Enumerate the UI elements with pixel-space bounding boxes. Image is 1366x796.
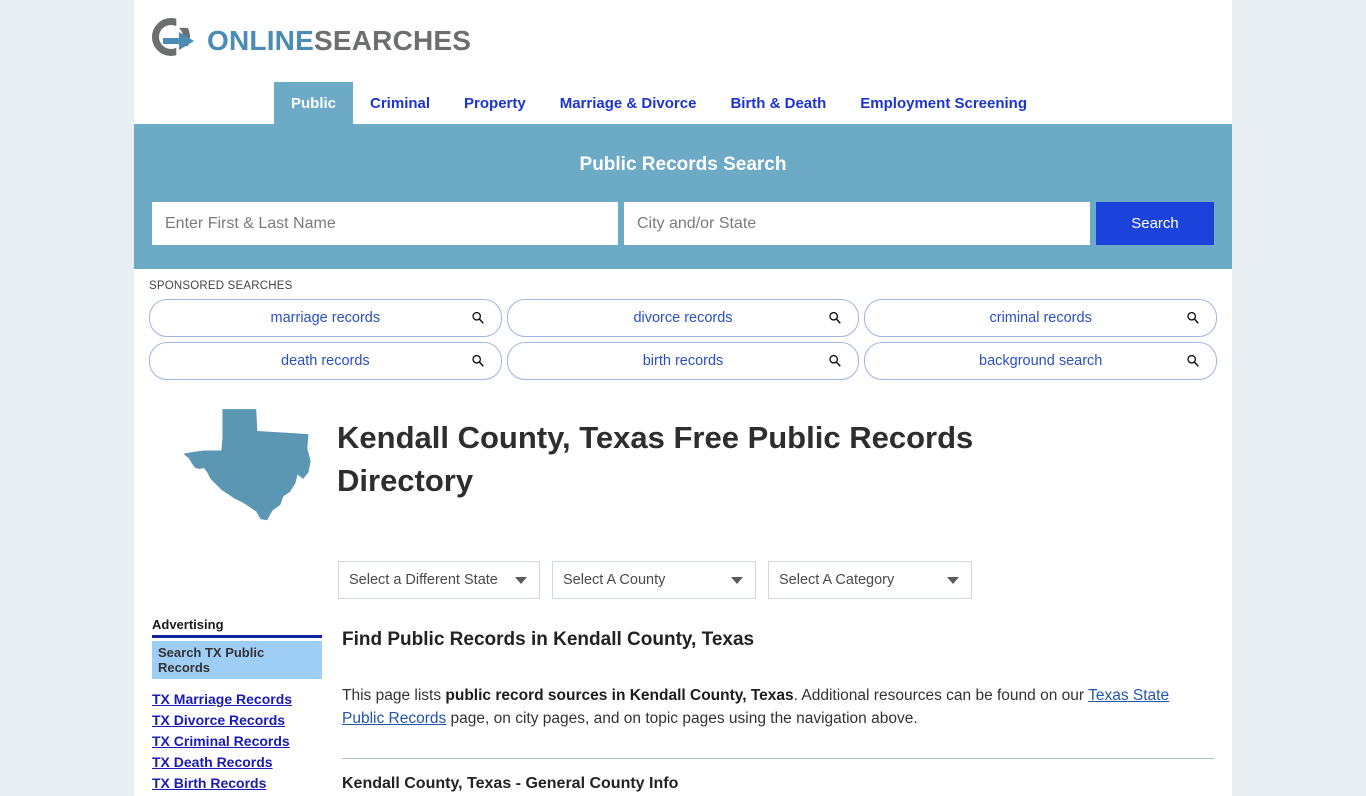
advertising-heading: Advertising [152, 617, 224, 633]
nav-item-criminal[interactable]: Criminal [353, 82, 447, 124]
sponsored-row-2: death records birth records background s… [149, 342, 1218, 380]
state-select[interactable]: Select a Different State [338, 561, 540, 600]
advertising-sidebar: Advertising Search TX Public Records TX … [152, 613, 322, 796]
search-icon [829, 354, 842, 367]
nav-item-employment-screening[interactable]: Employment Screening [843, 82, 1044, 124]
sponsored-pill-death-records[interactable]: death records [149, 342, 502, 380]
sidebar-link-tx-birth-records[interactable]: TX Birth Records [152, 775, 322, 791]
chevron-down-icon [947, 577, 959, 585]
search-banner-title: Public Records Search [579, 154, 787, 175]
page-title: Kendall County, Texas Free Public Record… [337, 420, 974, 498]
paragraph-part-2: . Additional resources can be found on o… [793, 687, 1089, 705]
search-icon [1187, 311, 1199, 324]
nav-item-marriage-divorce[interactable]: Marriage & Divorce [543, 82, 714, 124]
category-select[interactable]: Select A Category [768, 561, 972, 600]
sponsored-pill-criminal-records[interactable]: criminal records [864, 299, 1218, 337]
sidebar-link-tx-criminal-records[interactable]: TX Criminal Records [152, 733, 322, 749]
paragraph-part-1: This page lists [342, 687, 446, 705]
filter-selectors: Select a Different State Select A County… [134, 533, 1232, 600]
content-divider [342, 758, 1214, 760]
sponsored-pill-background-search[interactable]: background search [864, 342, 1218, 380]
search-icon [472, 354, 484, 367]
site-header: ONLINESEARCHES [134, 0, 1232, 82]
page-container: ONLINESEARCHES Public Criminal Property … [134, 0, 1232, 796]
search-form: Search [152, 202, 1214, 245]
chevron-down-icon [731, 577, 743, 585]
promo-search-tx-public-records[interactable]: Search TX Public Records [152, 641, 322, 680]
category-select-value: Select A Category [779, 572, 895, 589]
paragraph-bold-1: public record sources in Kendall County,… [445, 687, 794, 705]
content-heading: Find Public Records in Kendall County, T… [342, 629, 755, 651]
circle-arrow-icon [152, 18, 198, 64]
nav-item-property[interactable]: Property [447, 82, 543, 124]
general-county-info-heading: Kendall County, Texas - General County I… [342, 775, 679, 793]
sponsored-pill-label: marriage records [270, 310, 381, 326]
logo-secondary: SEARCHES [313, 25, 472, 56]
page-hero: Kendall County, Texas Free Public Record… [134, 389, 1232, 533]
public-records-search-banner: Public Records Search Search [134, 124, 1232, 269]
content-paragraph: This page lists public record sources in… [342, 685, 1202, 730]
paragraph-part-3: page, on city pages, and on topic pages … [446, 709, 918, 727]
lower-layout: Advertising Search TX Public Records TX … [134, 613, 1232, 796]
sponsored-pill-marriage-records[interactable]: marriage records [149, 299, 502, 337]
search-icon [829, 311, 842, 324]
chevron-down-icon [515, 577, 527, 585]
sponsored-pill-label: criminal records [989, 310, 1092, 326]
sidebar-link-list: TX Marriage Records TX Divorce Records T… [152, 691, 322, 791]
sponsored-pill-divorce-records[interactable]: divorce records [506, 299, 860, 337]
sidebar-link-tx-marriage-records[interactable]: TX Marriage Records [152, 691, 322, 707]
sponsored-row-1: marriage records divorce records crimina… [149, 299, 1218, 337]
main-navigation: Public Criminal Property Marriage & Divo… [134, 82, 1232, 124]
nav-item-birth-death[interactable]: Birth & Death [713, 82, 843, 124]
search-icon [1187, 354, 1199, 367]
nav-item-public[interactable]: Public [274, 82, 354, 124]
sponsored-pill-label: background search [979, 353, 1103, 369]
sponsored-pill-label: divorce records [633, 310, 733, 326]
sponsored-pill-birth-records[interactable]: birth records [506, 342, 860, 380]
sidebar-divider [152, 635, 322, 639]
search-submit-button[interactable]: Search [1096, 202, 1214, 245]
sponsored-pill-label: death records [281, 353, 370, 369]
county-select[interactable]: Select A County [552, 561, 756, 600]
logo-primary: ONLINE [207, 25, 314, 56]
sidebar-link-tx-divorce-records[interactable]: TX Divorce Records [152, 712, 322, 728]
name-search-input[interactable] [152, 202, 618, 245]
site-logo-text[interactable]: ONLINESEARCHES [207, 25, 471, 57]
state-select-value: Select a Different State [349, 572, 498, 589]
county-select-value: Select A County [563, 572, 666, 589]
main-content: Find Public Records in Kendall County, T… [322, 613, 1214, 796]
texas-state-map-icon [183, 409, 311, 521]
sponsored-pill-label: birth records [642, 353, 724, 369]
sponsored-searches-section: SPONSORED SEARCHES marriage records divo… [134, 269, 1232, 389]
search-icon [472, 311, 484, 324]
location-search-input[interactable] [624, 202, 1090, 245]
sponsored-searches-label: SPONSORED SEARCHES [149, 280, 293, 292]
